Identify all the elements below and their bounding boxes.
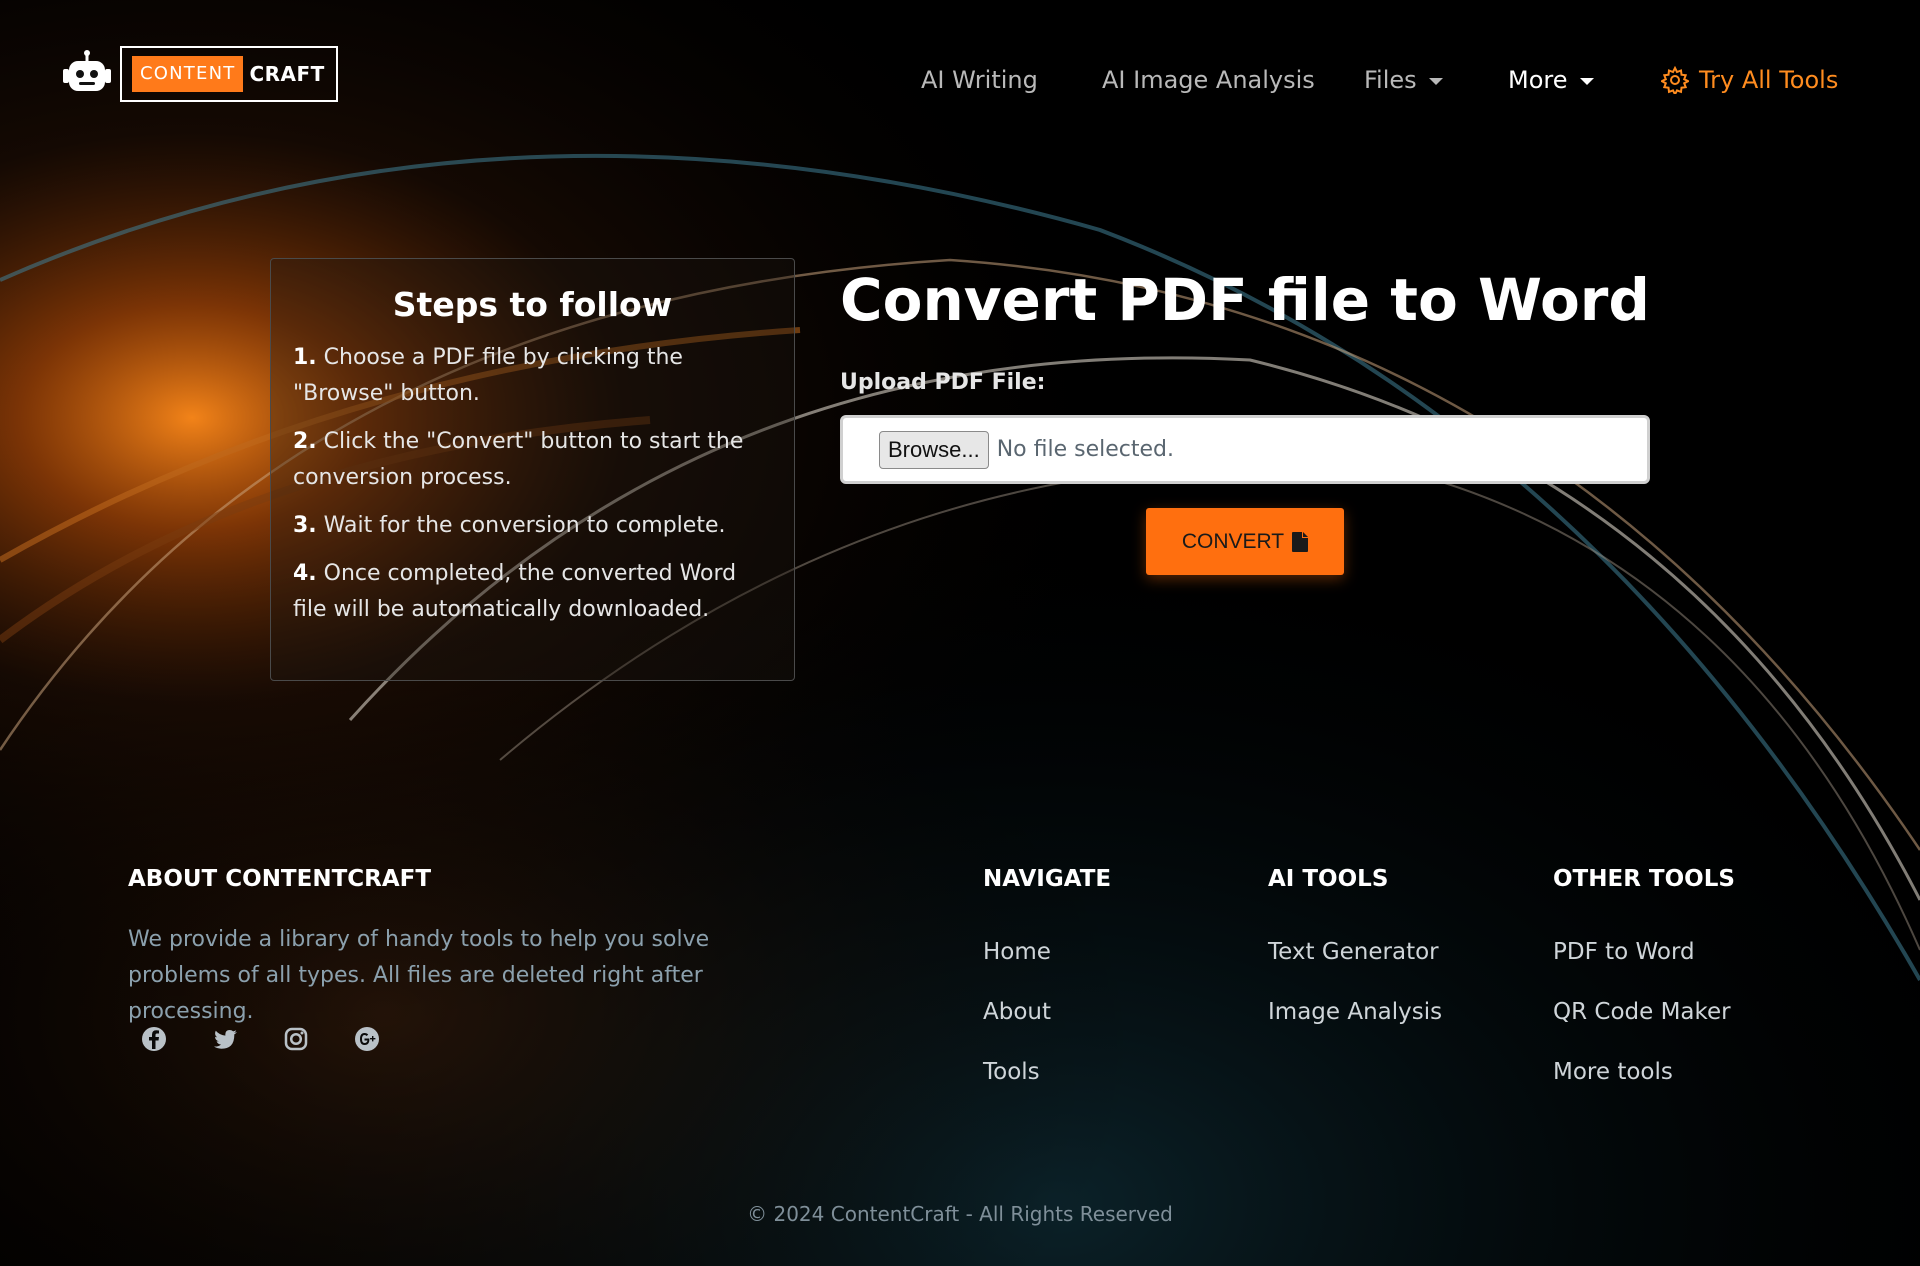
footer-link-more-tools[interactable]: More tools [1553, 1059, 1673, 1085]
nav-files-label: Files [1364, 66, 1417, 94]
top-navbar: CONTENT CRAFT AI Writing AI Image Analys… [0, 0, 1920, 160]
step-item: 4. Once completed, the converted Word fi… [293, 556, 772, 628]
robot-icon [63, 50, 111, 91]
twitter-icon[interactable] [210, 1024, 240, 1054]
step-text: Choose a PDF file by clicking the "Brows… [293, 345, 683, 406]
file-input[interactable]: Browse... No file selected. [840, 415, 1650, 484]
logo-content-text: CONTENT [132, 56, 244, 92]
facebook-icon[interactable] [139, 1024, 169, 1054]
copyright-text: © 2024 ContentCraft - All Rights Reserve… [747, 1202, 1173, 1226]
chevron-down-icon [1428, 77, 1443, 85]
nav-more-dropdown[interactable]: More [1508, 64, 1594, 96]
page-title: Convert PDF file to Word [840, 266, 1650, 334]
nav-files-dropdown[interactable]: Files [1364, 64, 1443, 96]
footer-other-tools-heading: OTHER TOOLS [1553, 866, 1735, 892]
step-text: Click the "Convert" button to start the … [293, 429, 744, 490]
file-icon [1292, 531, 1309, 552]
footer-link-pdf-to-word[interactable]: PDF to Word [1553, 939, 1695, 965]
step-number: 3. [293, 513, 317, 538]
step-item: 1. Choose a PDF file by clicking the "Br… [293, 340, 772, 412]
step-text: Wait for the conversion to complete. [323, 513, 726, 538]
browse-button[interactable]: Browse... [879, 430, 989, 469]
footer-link-image-analysis[interactable]: Image Analysis [1268, 999, 1442, 1025]
try-all-tools-link[interactable]: Try All Tools [1661, 64, 1838, 96]
steps-title: Steps to follow [392, 285, 673, 324]
steps-card: Steps to follow 1. Choose a PDF file by … [270, 258, 795, 681]
step-number: 2. [293, 429, 317, 454]
convert-button-label: CONVERT [1181, 529, 1285, 553]
convert-button[interactable]: CONVERT [1146, 508, 1344, 575]
nav-ai-writing[interactable]: AI Writing [921, 64, 1038, 96]
step-text: Once completed, the converted Word file … [293, 561, 737, 622]
upload-label: Upload PDF File: [840, 370, 1046, 395]
gear-icon [1661, 66, 1689, 94]
chevron-down-icon [1579, 77, 1594, 85]
try-all-tools-label: Try All Tools [1699, 66, 1839, 94]
footer-about-heading: ABOUT CONTENTCRAFT [128, 866, 432, 892]
step-number: 4. [293, 561, 317, 586]
footer-link-home[interactable]: Home [983, 939, 1051, 965]
footer-link-qr-code-maker[interactable]: QR Code Maker [1553, 999, 1731, 1025]
logo-wordmark: CONTENT CRAFT [120, 46, 338, 102]
google-plus-icon[interactable] [352, 1024, 382, 1054]
step-item: 3. Wait for the conversion to complete. [293, 508, 772, 544]
nav-ai-image-analysis[interactable]: AI Image Analysis [1102, 64, 1315, 96]
nav-more-label: More [1508, 66, 1568, 94]
step-number: 1. [293, 345, 317, 370]
footer-link-about[interactable]: About [983, 999, 1051, 1025]
instagram-icon[interactable] [281, 1024, 311, 1054]
logo-craft-text: CRAFT [249, 62, 325, 86]
footer-link-text-generator[interactable]: Text Generator [1268, 939, 1439, 965]
footer-navigate-heading: NAVIGATE [983, 866, 1112, 892]
footer-link-tools[interactable]: Tools [983, 1059, 1040, 1085]
step-item: 2. Click the "Convert" button to start t… [293, 424, 772, 496]
footer-about-text: We provide a library of handy tools to h… [128, 927, 710, 1024]
brand-logo[interactable]: CONTENT CRAFT [60, 46, 338, 102]
footer-ai-tools-heading: AI TOOLS [1268, 866, 1389, 892]
file-status-text: No file selected. [996, 437, 1174, 462]
